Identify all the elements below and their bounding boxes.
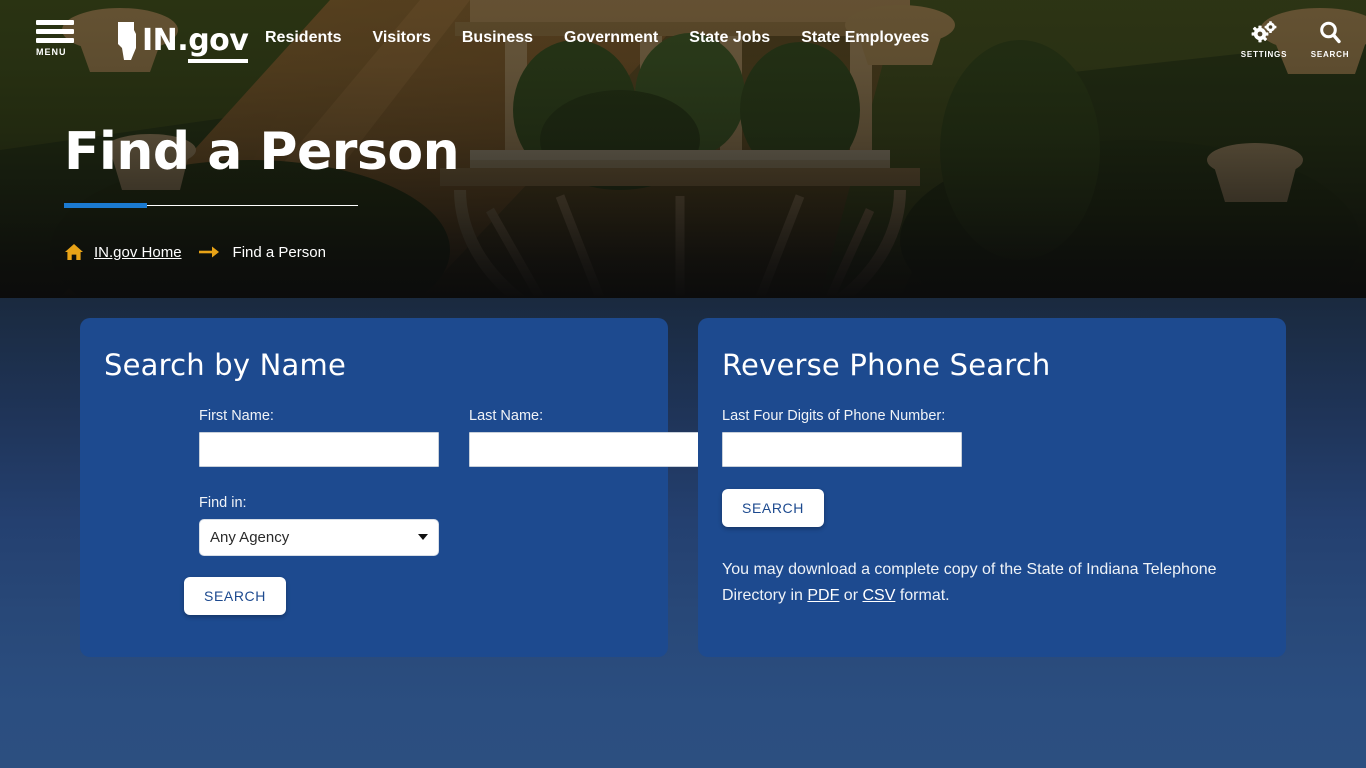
breadcrumb-home-link[interactable]: IN.gov Home xyxy=(94,244,182,261)
breadcrumb-current: Find a Person xyxy=(232,243,326,261)
last-name-field-group: Last Name: xyxy=(469,408,709,467)
agency-select-wrapper: Any Agency xyxy=(199,519,439,556)
reverse-phone-search-card: Reverse Phone Search Last Four Digits of… xyxy=(698,318,1286,657)
logo-wordmark: IN.gov xyxy=(142,23,249,63)
first-name-input[interactable] xyxy=(199,432,439,467)
home-icon[interactable] xyxy=(64,243,84,261)
title-divider-accent xyxy=(64,202,147,208)
csv-download-link[interactable]: CSV xyxy=(862,587,895,604)
name-fields-row: First Name: Last Name: xyxy=(199,408,709,467)
last-name-input[interactable] xyxy=(469,432,709,467)
nav-item-state-employees[interactable]: State Employees xyxy=(801,29,929,47)
settings-label: SETTINGS xyxy=(1240,50,1288,59)
title-divider xyxy=(64,202,358,209)
hamburger-icon xyxy=(36,20,74,43)
find-in-field-group: Find in: Any Agency xyxy=(199,495,439,556)
gears-icon xyxy=(1251,21,1277,43)
breadcrumb: IN.gov Home Find a Person xyxy=(64,243,326,261)
agency-select[interactable]: Any Agency xyxy=(199,519,439,556)
primary-navigation: Residents Visitors Business Government S… xyxy=(265,29,929,47)
phone-digits-label: Last Four Digits of Phone Number: xyxy=(722,408,946,424)
site-search-button[interactable]: SEARCH xyxy=(1302,20,1358,59)
note-suffix-text: format. xyxy=(895,587,950,604)
pdf-download-link[interactable]: PDF xyxy=(807,587,839,604)
indiana-state-icon xyxy=(118,22,136,60)
logo-in-text: IN xyxy=(142,23,178,58)
logo-gov-text: gov xyxy=(188,23,249,63)
note-middle-text: or xyxy=(839,587,863,604)
arrow-right-icon xyxy=(198,246,219,258)
phone-field-group: Last Four Digits of Phone Number: xyxy=(722,408,962,467)
search-icon xyxy=(1320,21,1341,43)
hero-content: Find a Person xyxy=(64,122,460,209)
first-name-field-group: First Name: xyxy=(199,408,439,467)
chevron-down-icon xyxy=(418,534,428,540)
menu-button-label: MENU xyxy=(36,47,67,57)
first-name-label: First Name: xyxy=(199,408,274,424)
search-by-name-title: Search by Name xyxy=(104,348,346,382)
search-by-name-card: Search by Name First Name: Last Name: Fi… xyxy=(80,318,709,657)
search-label: SEARCH xyxy=(1310,50,1350,59)
logo-dot: . xyxy=(177,23,189,58)
phone-digits-input[interactable] xyxy=(722,432,962,467)
agency-select-value: Any Agency xyxy=(210,529,290,546)
nav-item-state-jobs[interactable]: State Jobs xyxy=(689,29,770,47)
reverse-phone-search-title: Reverse Phone Search xyxy=(722,348,1051,382)
nav-item-business[interactable]: Business xyxy=(462,29,533,47)
note-prefix-text: You may download a complete copy of the … xyxy=(722,561,1217,604)
menu-button[interactable]: MENU xyxy=(36,20,78,57)
last-name-label: Last Name: xyxy=(469,408,544,424)
page-title: Find a Person xyxy=(64,122,460,182)
nav-item-government[interactable]: Government xyxy=(564,29,658,47)
find-in-label: Find in: xyxy=(199,495,247,511)
nav-item-residents[interactable]: Residents xyxy=(265,29,341,47)
name-search-button[interactable]: SEARCH xyxy=(184,577,286,615)
phone-search-button[interactable]: SEARCH xyxy=(722,489,824,527)
settings-button[interactable]: SETTINGS xyxy=(1236,20,1292,59)
ingov-logo[interactable]: IN.gov xyxy=(116,22,249,63)
top-navigation-bar: MENU IN.gov Residents Visitors Business … xyxy=(0,0,1366,82)
nav-item-visitors[interactable]: Visitors xyxy=(372,29,430,47)
directory-download-note: You may download a complete copy of the … xyxy=(722,557,1262,609)
